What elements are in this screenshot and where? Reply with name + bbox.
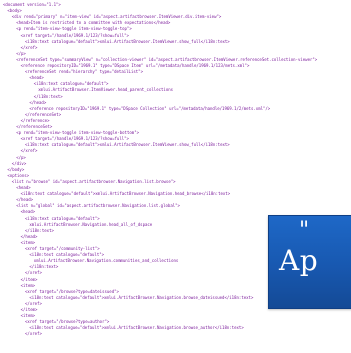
xml-line: <referenceSet type="summaryView" n="coll… (16, 56, 318, 62)
xml-line: <list n="browse" id="aspect.artifactbrow… (11, 178, 176, 184)
xml-line: <i18n:text catalogue="default">xmlui.Art… (25, 142, 230, 148)
xml-line: <xref target="/handle/1969.1/123/?show=f… (20, 136, 129, 142)
xml-line: </xref> (25, 300, 42, 306)
xml-line: </i18n:text> (25, 227, 54, 233)
xml-line: </head> (20, 233, 38, 239)
xml-line: <i18n:text catalogue="default">xmlui.Art… (29, 325, 244, 331)
xml-line: <xref target="/community-list"> (25, 246, 100, 251)
xml-line: <document version="1.1"> (3, 2, 61, 7)
xml-line: <div rend="primary" n="item-view" id="as… (11, 14, 222, 20)
xml-line: <options> (7, 172, 30, 178)
xml-line: <head> (16, 185, 31, 190)
overlay-quote-mark: " (299, 218, 310, 243)
xml-line: <body> (7, 8, 22, 14)
xml-line: </xref> (25, 270, 42, 276)
overlay-button-label: Ap (279, 244, 319, 277)
xml-line: <item> (20, 313, 36, 319)
xml-line: <referenceSet rend="hierarchy" type="det… (25, 69, 144, 75)
xml-line: </head> (29, 99, 47, 105)
xml-line: </xref> (20, 44, 38, 50)
xml-line: <head> (29, 75, 44, 81)
xml-line: <i18n:text catalogue="default"> (25, 215, 100, 221)
xml-line: </div> (11, 160, 27, 166)
overlay-button[interactable]: " Ap (268, 215, 351, 309)
xml-line: <i18n:text catalogue="default"> (29, 252, 105, 258)
xml-line: </i18n:text> (33, 93, 63, 99)
xml-line: </item> (20, 307, 38, 312)
xml-line: <i18n:text catalogue="default">xmlui.Art… (25, 38, 230, 44)
xml-line: <item> (20, 282, 36, 288)
xml-line: <xref target="/browse?type=author"> (25, 319, 110, 325)
xml-line: <xref target="/handle/1969.1/123/?show=f… (20, 32, 129, 38)
xml-line: </body> (7, 166, 25, 172)
xml-line: <head> (20, 209, 36, 215)
xml-line: <list n="global" id="aspect.artifactbrow… (16, 203, 180, 209)
xml-line: <i18n:text catalogue="default">xmlui.Art… (29, 294, 254, 300)
xml-line: xmlui.ArtifactBrowser.ItemViewer.head_pa… (38, 87, 174, 93)
xml-line: <xref target="/browse?type=dateissued"> (25, 288, 119, 294)
xml-line: <item> (20, 239, 36, 245)
xml-line: xmlui.ArtifactBrowser.Navigation.communi… (33, 258, 179, 264)
xml-line: <i18n:text catalogue="default">xmlui.Art… (20, 191, 231, 197)
xml-line: </reference> (20, 117, 50, 123)
xml-line: </i18n:text> (29, 264, 59, 270)
xml-line: </referenceSet> (25, 111, 62, 117)
xml-line: <reference repositoryID="1969.1" type="D… (29, 105, 271, 111)
xml-line: </item> (20, 276, 38, 282)
xml-line: <i18n:text catalogue="default"> (33, 81, 109, 87)
xml-line: <p rend="item-view-toggle item-view-togg… (16, 26, 132, 32)
xml-line: </p> (16, 50, 26, 56)
xml-line: </head> (16, 197, 34, 203)
xml-line: </referenceSet> (16, 124, 53, 129)
xml-line: <reference repositoryID="1969.1" type="D… (20, 63, 250, 68)
xml-line: </xref> (20, 148, 38, 154)
xml-line: xmlui.ArtifactBrowser.Navigation.head_al… (29, 221, 153, 227)
xml-line: </p> (16, 154, 26, 160)
xml-line: </xref> (25, 331, 42, 337)
xml-line: <p rend="item-view-toggle item-view-togg… (16, 130, 140, 136)
xml-line: <head>Item is restricted to a committee … (16, 20, 171, 26)
